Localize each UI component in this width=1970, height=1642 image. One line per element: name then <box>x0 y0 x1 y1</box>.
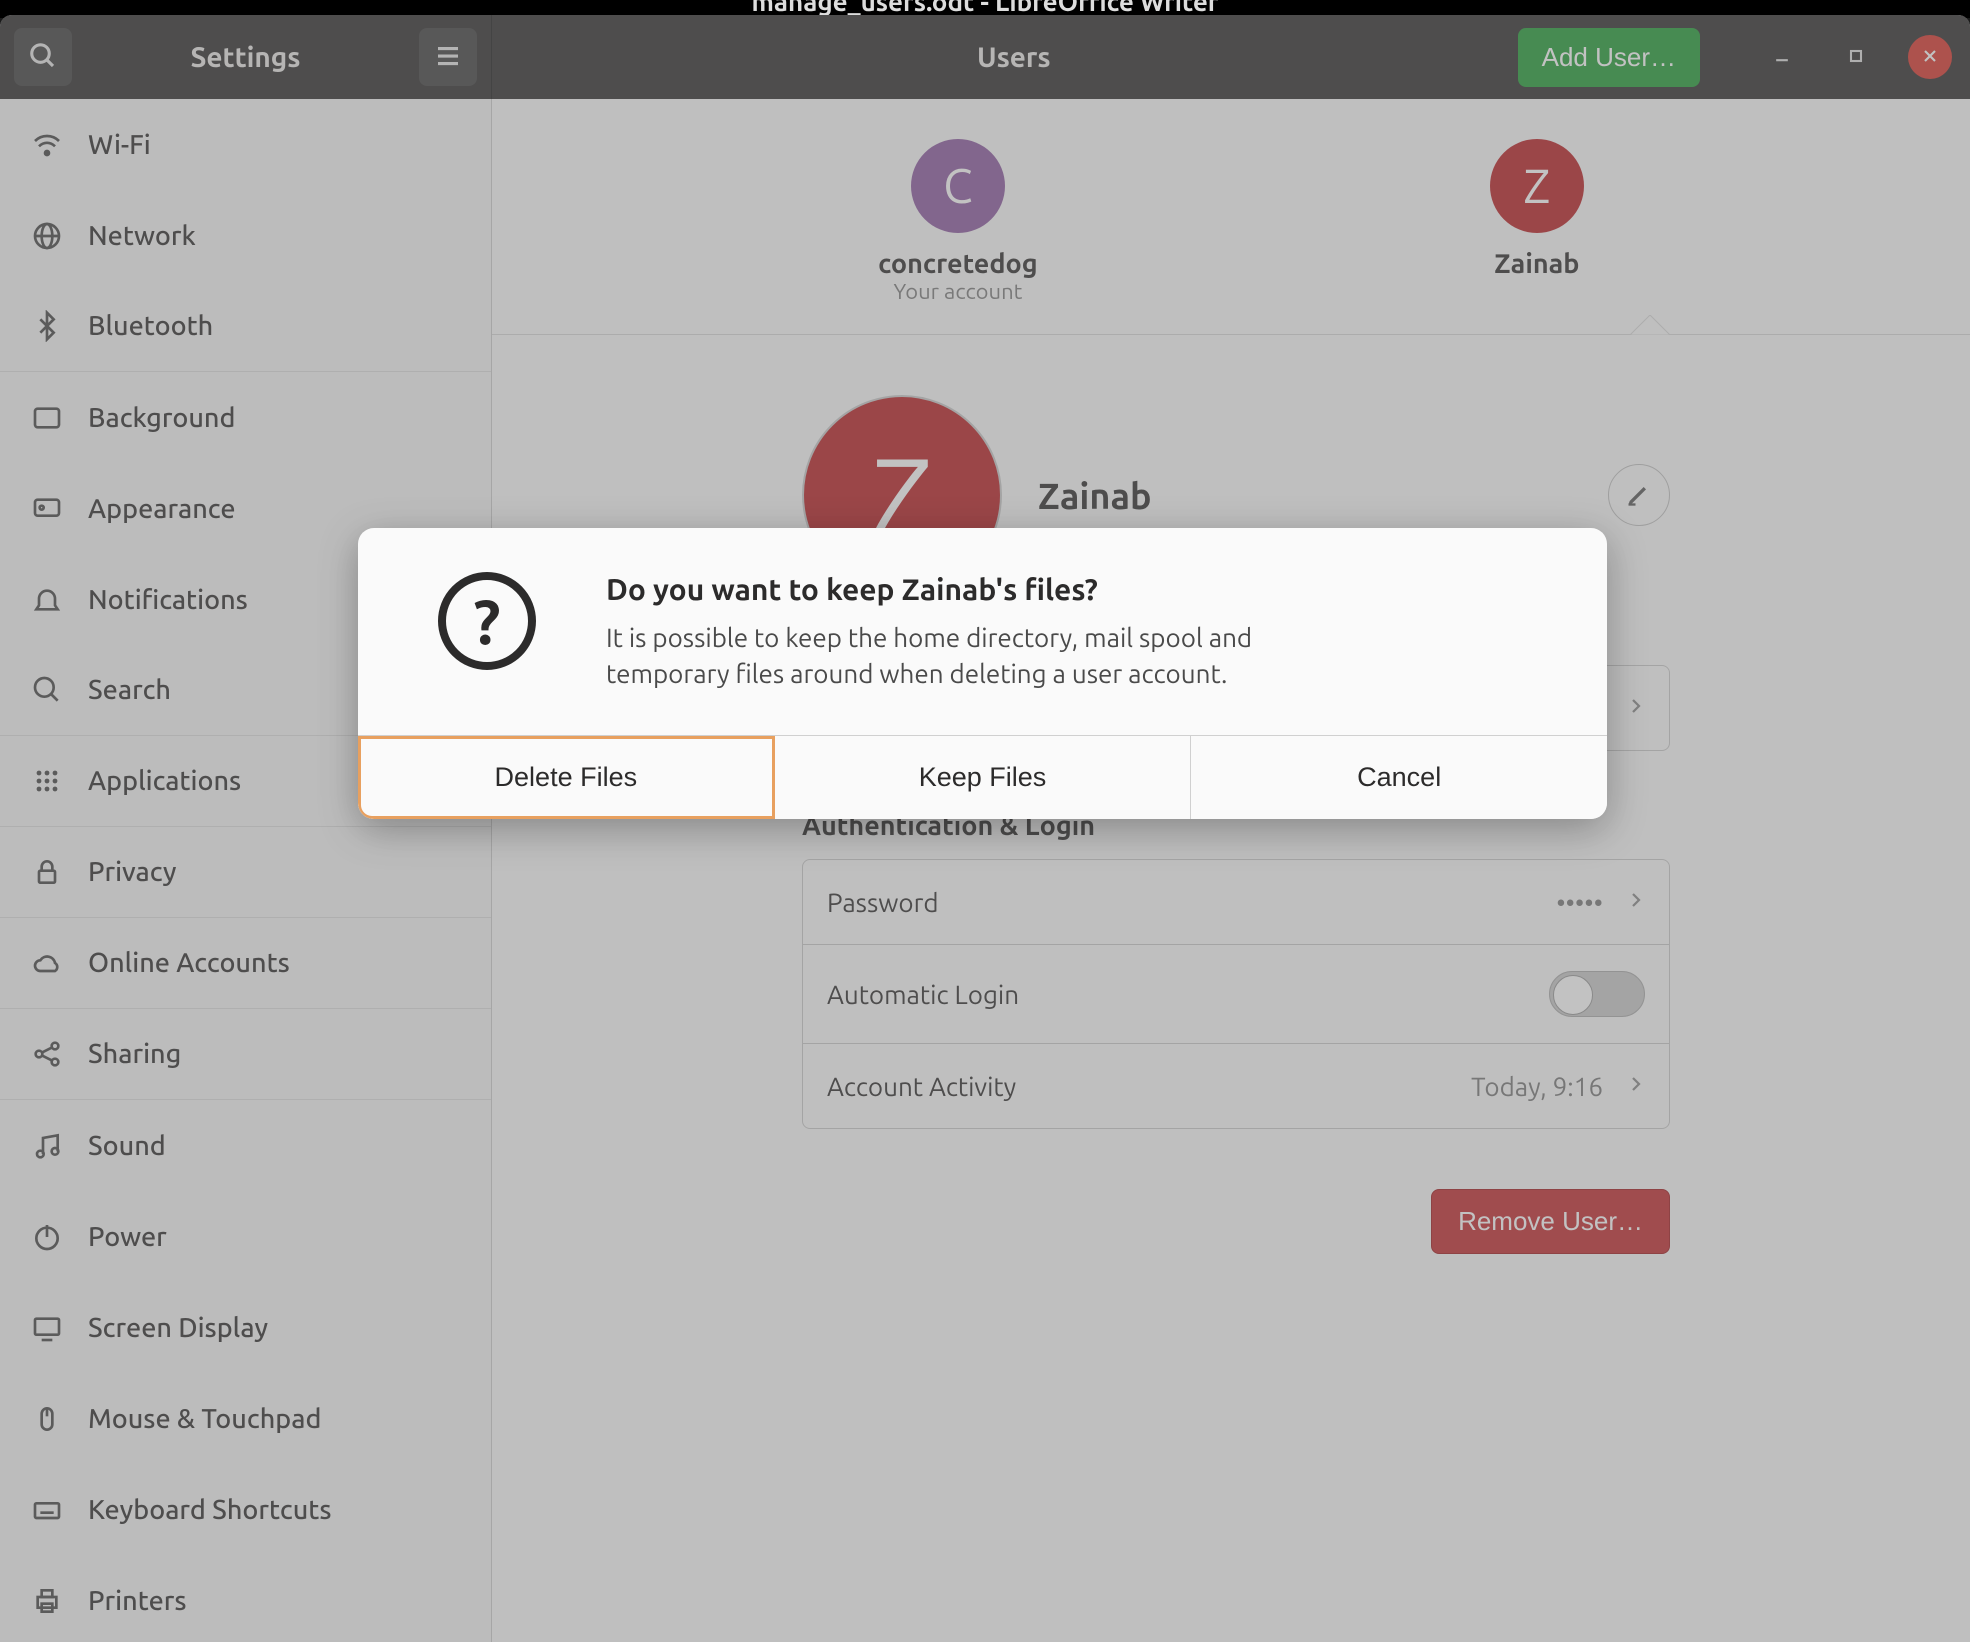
keep-files-button[interactable]: Keep Files <box>775 736 1192 819</box>
settings-window: Settings Users Add User… Wi-Fi Network B… <box>0 15 1970 1642</box>
modal-overlay: ? Do you want to keep Zainab's files? It… <box>0 15 1970 1642</box>
delete-files-button[interactable]: Delete Files <box>358 736 775 819</box>
delete-user-dialog: ? Do you want to keep Zainab's files? It… <box>358 528 1607 818</box>
dialog-description: It is possible to keep the home director… <box>606 620 1376 690</box>
question-icon: ? <box>438 572 536 690</box>
dialog-title: Do you want to keep Zainab's files? <box>606 572 1557 606</box>
cancel-button[interactable]: Cancel <box>1191 736 1607 819</box>
